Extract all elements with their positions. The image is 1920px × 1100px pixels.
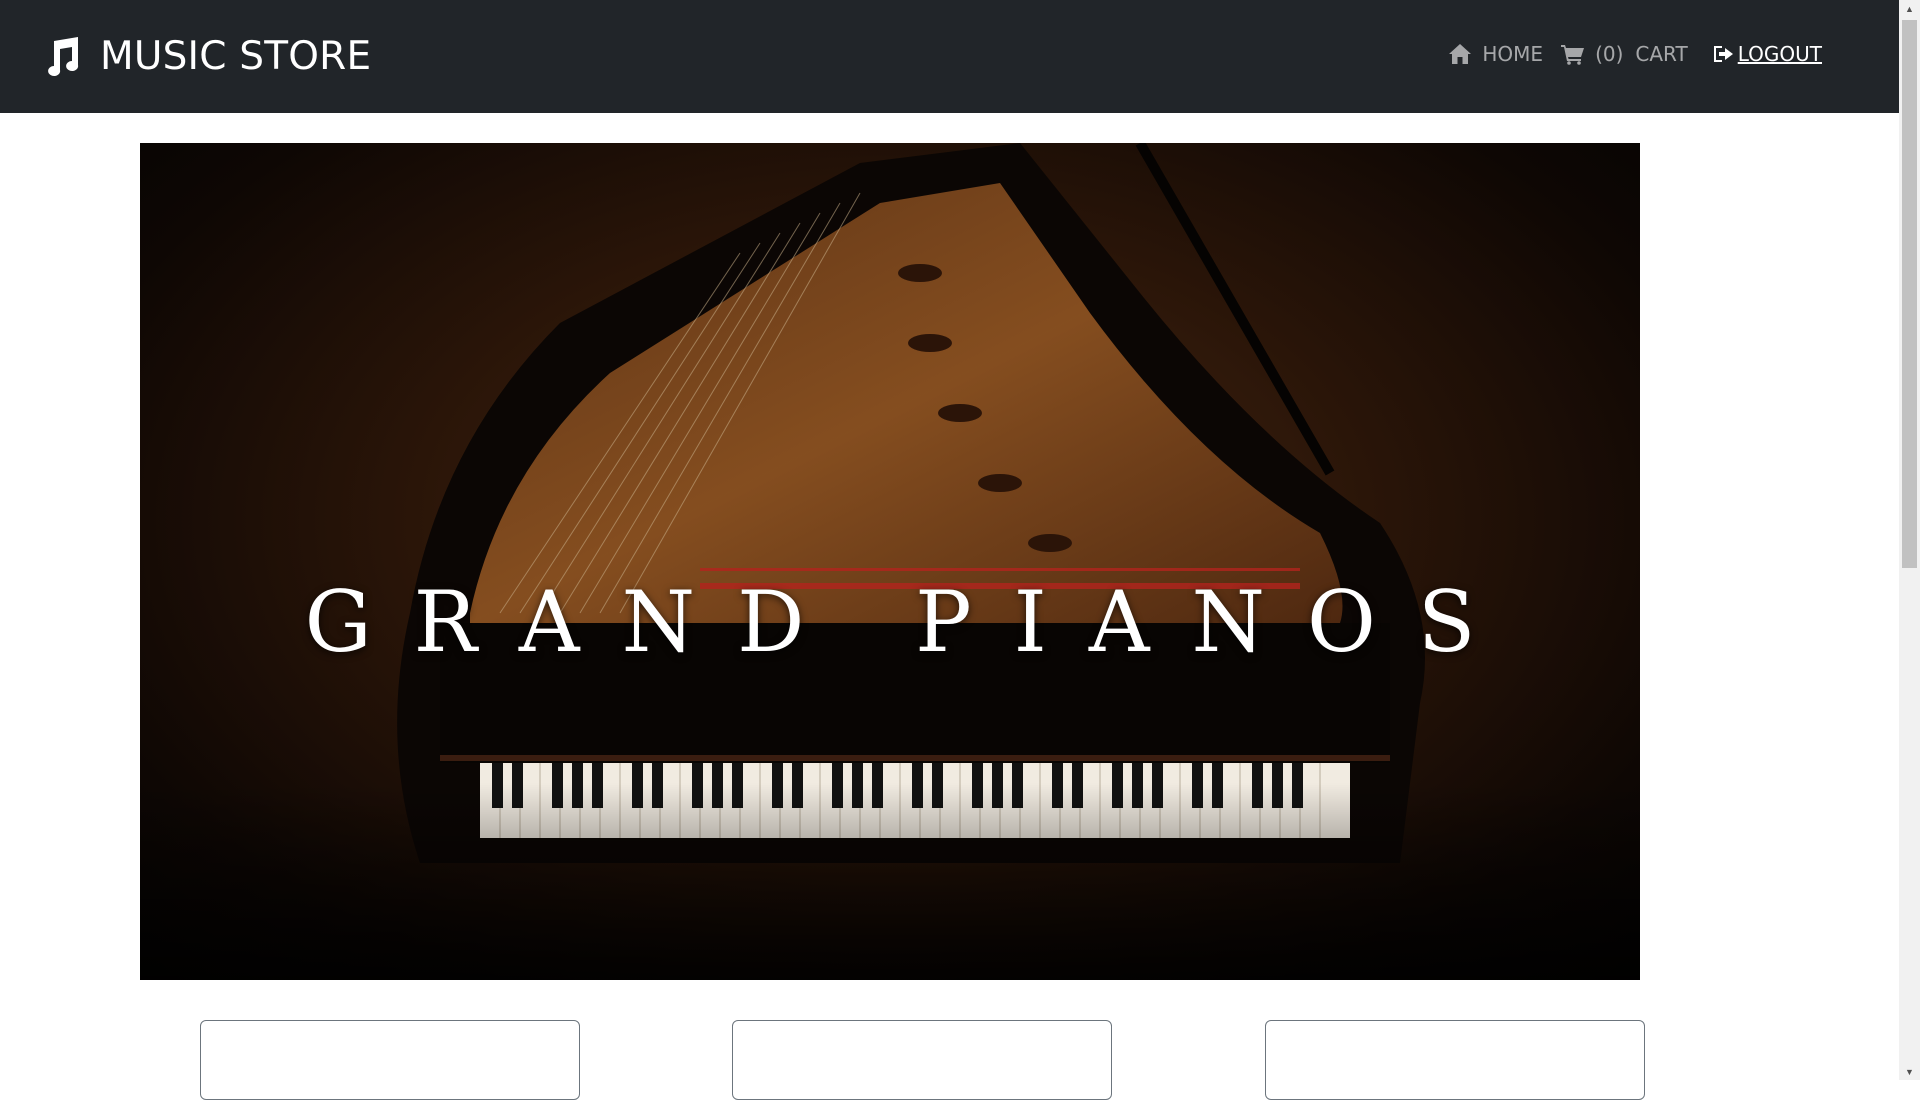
nav-cart-link[interactable]: (0) CART bbox=[1561, 42, 1688, 66]
nav-home-label: HOME bbox=[1482, 42, 1544, 66]
product-card[interactable] bbox=[732, 1020, 1112, 1100]
scrollbar-thumb[interactable] bbox=[1902, 20, 1917, 568]
logout-icon bbox=[1713, 46, 1733, 62]
cart-icon bbox=[1561, 45, 1585, 65]
brand-name: MUSIC STORE bbox=[100, 34, 372, 79]
nav-cart-label: CART bbox=[1635, 42, 1688, 66]
hero-banner: GRAND PIANOS bbox=[140, 143, 1640, 980]
nav-logout-label: LOGOUT bbox=[1737, 42, 1822, 66]
nav-logout-link[interactable]: LOGOUT bbox=[1712, 42, 1822, 66]
grand-piano-photo bbox=[140, 143, 1640, 980]
banner-title: GRAND PIANOS bbox=[304, 573, 1518, 671]
cart-count: (0) bbox=[1595, 42, 1624, 66]
nav-menu: HOME (0) CART LOGOUT bbox=[1448, 42, 1822, 66]
scroll-up-arrow-icon[interactable]: ▲ bbox=[1899, 0, 1920, 17]
navbar: MUSIC STORE HOME (0) CART LOGOUT bbox=[0, 0, 1899, 113]
brand-link[interactable]: MUSIC STORE bbox=[38, 34, 371, 79]
product-card[interactable] bbox=[200, 1020, 580, 1100]
page-scrollbar[interactable]: ▲ ▼ bbox=[1899, 0, 1920, 1080]
music-note-icon bbox=[48, 36, 79, 76]
home-icon bbox=[1449, 44, 1472, 64]
nav-home-link[interactable]: HOME bbox=[1448, 42, 1543, 66]
product-card[interactable] bbox=[1265, 1020, 1645, 1100]
scroll-down-arrow-icon[interactable]: ▼ bbox=[1899, 1063, 1920, 1080]
